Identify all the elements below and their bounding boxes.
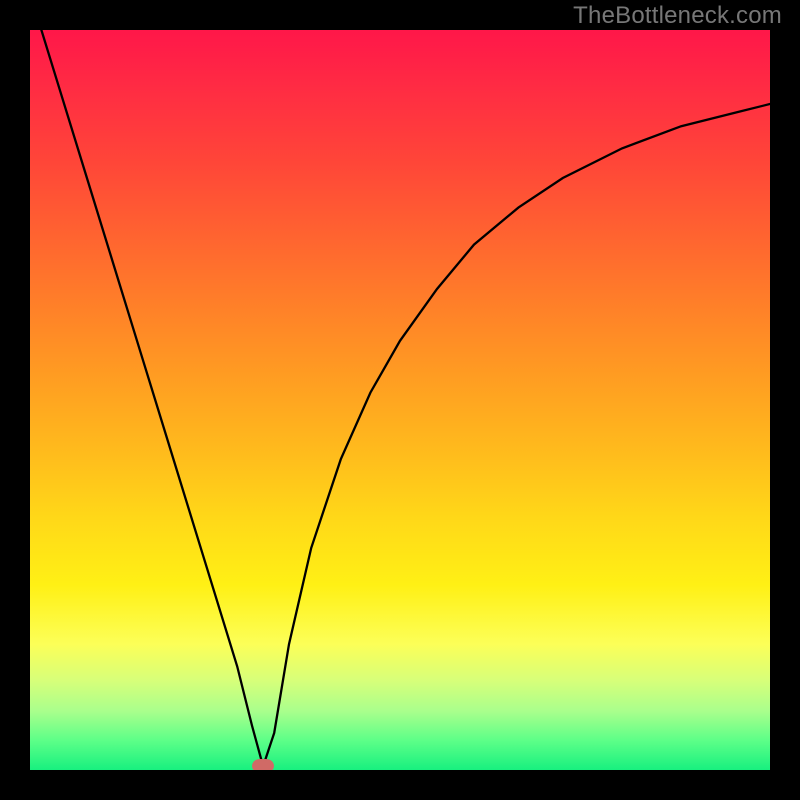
image-frame: TheBottleneck.com [0, 0, 800, 800]
bottleneck-curve [30, 30, 770, 770]
plot-area [30, 30, 770, 770]
watermark-text: TheBottleneck.com [573, 2, 782, 30]
optimum-marker [252, 759, 274, 770]
